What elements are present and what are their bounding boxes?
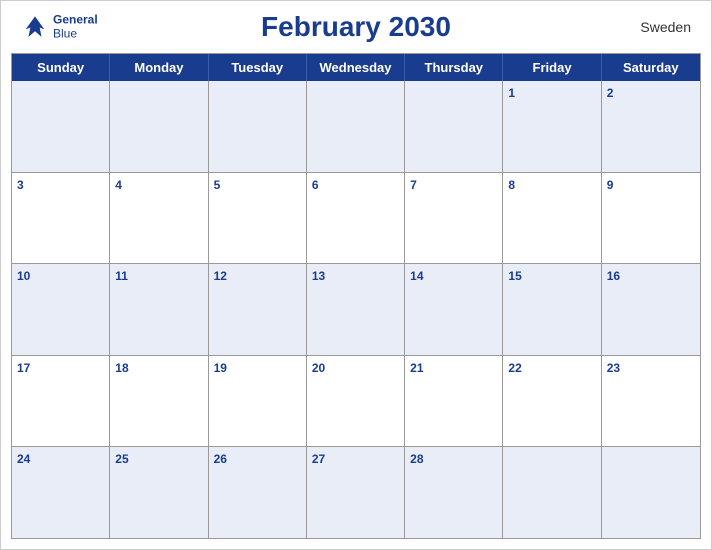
logo-icon bbox=[21, 13, 49, 41]
calendar-cell: 28 bbox=[405, 447, 503, 538]
date-number: 15 bbox=[508, 269, 521, 283]
date-number: 18 bbox=[115, 361, 128, 375]
calendar-cell: 5 bbox=[209, 173, 307, 264]
date-number: 2 bbox=[607, 86, 614, 100]
day-header-thursday: Thursday bbox=[405, 54, 503, 81]
day-header-sunday: Sunday bbox=[12, 54, 110, 81]
calendar-cell: 6 bbox=[307, 173, 405, 264]
country-label: Sweden bbox=[640, 19, 691, 35]
date-number: 27 bbox=[312, 452, 325, 466]
calendar-cell: 13 bbox=[307, 264, 405, 355]
date-number: 22 bbox=[508, 361, 521, 375]
day-header-friday: Friday bbox=[503, 54, 601, 81]
calendar-cell: 18 bbox=[110, 356, 208, 447]
calendar-cell: 21 bbox=[405, 356, 503, 447]
calendar-cell: 14 bbox=[405, 264, 503, 355]
date-number: 6 bbox=[312, 178, 319, 192]
date-number: 25 bbox=[115, 452, 128, 466]
calendar-cell: 25 bbox=[110, 447, 208, 538]
calendar-cell: 9 bbox=[602, 173, 700, 264]
calendar-cell: 3 bbox=[12, 173, 110, 264]
calendar-cell: 27 bbox=[307, 447, 405, 538]
calendar-cell: 22 bbox=[503, 356, 601, 447]
calendar-cell: 20 bbox=[307, 356, 405, 447]
calendar-cell: 8 bbox=[503, 173, 601, 264]
calendar-cell bbox=[110, 81, 208, 172]
calendar-cell: 19 bbox=[209, 356, 307, 447]
calendar-week-3: 10 11 12 13 14 15 16 bbox=[12, 264, 700, 356]
logo-text: General Blue bbox=[53, 13, 98, 42]
date-number: 23 bbox=[607, 361, 620, 375]
date-number: 17 bbox=[17, 361, 30, 375]
day-header-saturday: Saturday bbox=[602, 54, 700, 81]
calendar-week-5: 24 25 26 27 28 bbox=[12, 447, 700, 538]
calendar-cell: 10 bbox=[12, 264, 110, 355]
calendar-title: February 2030 bbox=[261, 11, 451, 43]
calendar-cell: 26 bbox=[209, 447, 307, 538]
calendar-cell: 16 bbox=[602, 264, 700, 355]
calendar-cell: 11 bbox=[110, 264, 208, 355]
calendar-cell: 17 bbox=[12, 356, 110, 447]
calendar-cell bbox=[307, 81, 405, 172]
date-number: 20 bbox=[312, 361, 325, 375]
calendar-cell: 2 bbox=[602, 81, 700, 172]
days-header: SundayMondayTuesdayWednesdayThursdayFrid… bbox=[12, 54, 700, 81]
date-number: 5 bbox=[214, 178, 221, 192]
calendar-cell bbox=[405, 81, 503, 172]
date-number: 13 bbox=[312, 269, 325, 283]
calendar-cell: 1 bbox=[503, 81, 601, 172]
date-number: 28 bbox=[410, 452, 423, 466]
day-header-tuesday: Tuesday bbox=[209, 54, 307, 81]
calendar-cell: 23 bbox=[602, 356, 700, 447]
calendar-cell: 4 bbox=[110, 173, 208, 264]
date-number: 11 bbox=[115, 269, 128, 283]
date-number: 9 bbox=[607, 178, 614, 192]
calendar-cell bbox=[503, 447, 601, 538]
date-number: 12 bbox=[214, 269, 227, 283]
date-number: 26 bbox=[214, 452, 227, 466]
calendar-cell: 15 bbox=[503, 264, 601, 355]
date-number: 16 bbox=[607, 269, 620, 283]
date-number: 4 bbox=[115, 178, 122, 192]
date-number: 21 bbox=[410, 361, 423, 375]
date-number: 24 bbox=[17, 452, 30, 466]
day-header-wednesday: Wednesday bbox=[307, 54, 405, 81]
date-number: 3 bbox=[17, 178, 24, 192]
calendar-cell: 7 bbox=[405, 173, 503, 264]
calendar-header: General Blue February 2030 Sweden bbox=[1, 1, 711, 53]
calendar-cell bbox=[209, 81, 307, 172]
logo: General Blue bbox=[21, 13, 98, 42]
date-number: 7 bbox=[410, 178, 417, 192]
calendar-cell bbox=[12, 81, 110, 172]
calendar-week-1: 12 bbox=[12, 81, 700, 173]
calendar-week-2: 3 4 5 6 7 8 9 bbox=[12, 173, 700, 265]
calendar-cell bbox=[602, 447, 700, 538]
calendar-week-4: 17 18 19 20 21 22 23 bbox=[12, 356, 700, 448]
date-number: 19 bbox=[214, 361, 227, 375]
date-number: 8 bbox=[508, 178, 515, 192]
date-number: 14 bbox=[410, 269, 423, 283]
date-number: 10 bbox=[17, 269, 30, 283]
calendar-grid: 1234567891011121314151617181920212223242… bbox=[12, 81, 700, 538]
date-number: 1 bbox=[508, 86, 515, 100]
calendar-cell: 24 bbox=[12, 447, 110, 538]
calendar: SundayMondayTuesdayWednesdayThursdayFrid… bbox=[11, 53, 701, 539]
calendar-cell: 12 bbox=[209, 264, 307, 355]
day-header-monday: Monday bbox=[110, 54, 208, 81]
